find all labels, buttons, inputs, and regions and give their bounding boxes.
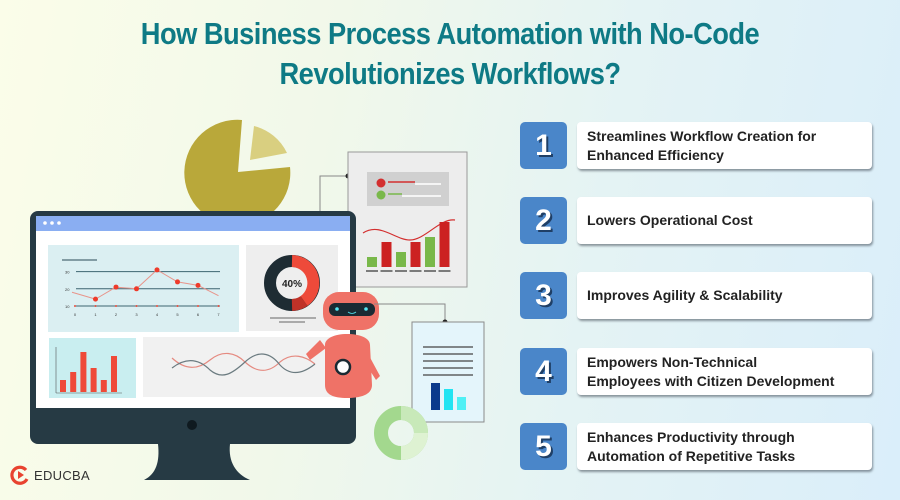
bar bbox=[111, 356, 117, 392]
bar bbox=[90, 368, 97, 392]
axis-dot bbox=[115, 305, 117, 307]
number-badge: 2 bbox=[520, 197, 567, 244]
report-bar bbox=[410, 242, 421, 267]
item-text-line: Lowers Operational Cost bbox=[587, 212, 753, 228]
item-text-line: Enhanced Efficiency bbox=[587, 146, 724, 163]
axis-dot bbox=[94, 305, 97, 307]
item-text-line: Streamlines Workflow Creation for bbox=[587, 127, 817, 144]
illustration: 3020100 1 2 3 4 5 6 7 40% bbox=[30, 119, 485, 480]
item-text-box: Improves Agility & Scalability bbox=[577, 272, 872, 319]
axis-dot bbox=[217, 305, 220, 307]
number-badge: 1 bbox=[520, 122, 567, 169]
window-dot bbox=[50, 221, 54, 225]
number-badge: 3 bbox=[520, 272, 567, 319]
list-item: 1 Streamlines Workflow Creation for Enhan… bbox=[520, 122, 872, 170]
data-point bbox=[154, 267, 160, 273]
document-icon bbox=[411, 321, 485, 423]
report-bar bbox=[381, 242, 392, 267]
logo-text: EDUCBA bbox=[34, 467, 90, 483]
educba-logo: EDUCBA bbox=[10, 465, 90, 485]
data-point bbox=[113, 284, 119, 290]
axis-dot bbox=[197, 305, 199, 307]
y-tick-label: 20 bbox=[65, 287, 70, 292]
data-point bbox=[175, 279, 180, 285]
donut-value-arc-dark bbox=[291, 295, 308, 311]
report-sheet bbox=[347, 151, 468, 288]
camera-dot bbox=[187, 420, 197, 430]
line-chart-panel: 3020100 1 2 3 4 5 6 7 bbox=[48, 245, 239, 332]
data-point bbox=[93, 296, 98, 302]
number-badge: 5 bbox=[520, 423, 567, 470]
bar bbox=[100, 380, 107, 392]
axis-dot bbox=[135, 305, 138, 307]
pie-chart-icon bbox=[184, 119, 291, 226]
y-tick-label: 10 bbox=[65, 304, 70, 309]
bar bbox=[70, 372, 77, 392]
item-text-line: Automation of Repetitive Tasks bbox=[587, 447, 796, 464]
item-text-box: Streamlines Workflow Creation for Enhance… bbox=[577, 122, 872, 169]
item-text-box: Empowers Non-Technical Employees with Cit… bbox=[577, 348, 872, 395]
y-tick-label: 30 bbox=[65, 270, 70, 275]
item-text-line: Enhances Productivity through bbox=[587, 428, 795, 445]
report-bar bbox=[425, 237, 435, 267]
number-badge: 4 bbox=[520, 348, 567, 395]
bar-chart-panel bbox=[49, 338, 136, 398]
legend-dot-green bbox=[376, 190, 386, 200]
item-text-line: Empowers Non-Technical bbox=[587, 353, 758, 370]
educba-logo-icon bbox=[10, 465, 29, 485]
item-text-box: Lowers Operational Cost bbox=[577, 197, 872, 244]
list-item: 2 Lowers Operational Cost bbox=[520, 197, 872, 245]
report-bar bbox=[439, 222, 450, 267]
data-point bbox=[134, 286, 139, 292]
list-item: 4 Empowers Non-Technical Employees with C… bbox=[520, 348, 872, 396]
bar bbox=[60, 380, 66, 392]
pie-small-slice bbox=[250, 126, 287, 160]
item-text-box: Enhances Productivity through Automation … bbox=[577, 423, 872, 470]
monitor-stand bbox=[144, 444, 250, 480]
window-dot bbox=[57, 221, 61, 225]
donut-label: 40% bbox=[282, 279, 302, 290]
report-bar bbox=[396, 252, 406, 267]
axis-dot bbox=[176, 305, 179, 307]
item-text-line: Employees with Citizen Development bbox=[587, 372, 835, 389]
connector-line bbox=[319, 175, 348, 212]
waves-panel bbox=[143, 337, 343, 397]
report-bar bbox=[367, 257, 377, 267]
green-donut-icon bbox=[374, 406, 428, 460]
item-text-line: Improves Agility & Scalability bbox=[587, 287, 783, 303]
list-item: 5 Enhances Productivity through Automatio… bbox=[520, 423, 872, 471]
list-item: 3 Improves Agility & Scalability bbox=[520, 272, 872, 320]
robot-button bbox=[334, 358, 352, 376]
window-dot bbox=[43, 221, 47, 225]
data-point bbox=[195, 282, 201, 288]
axis-dot bbox=[156, 305, 158, 307]
bar bbox=[80, 352, 87, 392]
axis-dot bbox=[74, 305, 76, 307]
legend-dot-red bbox=[376, 178, 386, 188]
pie-main-slice bbox=[184, 119, 291, 226]
